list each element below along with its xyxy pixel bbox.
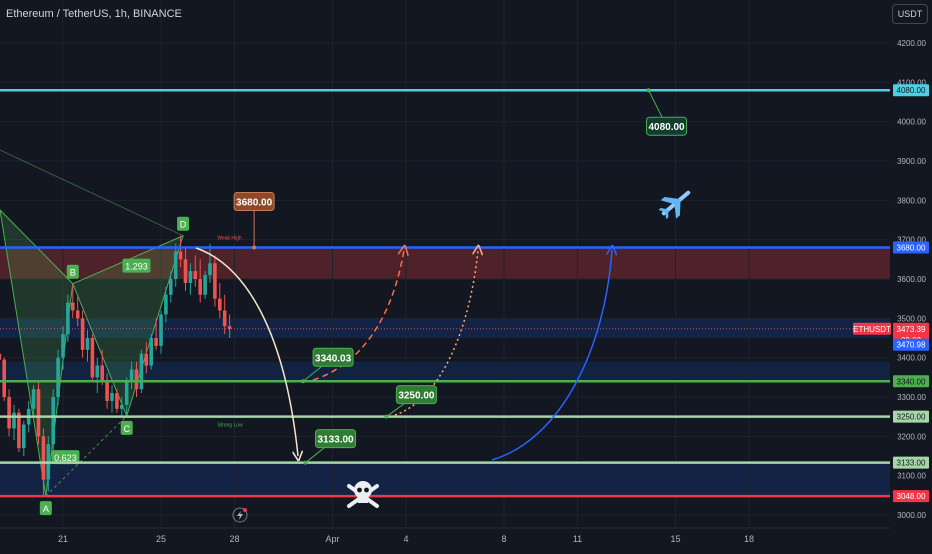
candle-body [110,393,114,401]
price-tag-label: 4080.00 [897,86,926,95]
x-tick-label: 4 [403,534,408,544]
callout-label: 4080.00 [648,122,685,133]
pattern-point-a: A [43,504,49,514]
candle-body [75,310,80,319]
candle-body [85,338,90,350]
x-tick-label: 28 [229,534,239,544]
candle-body [120,404,124,409]
candle-body [71,302,75,311]
candle-body [36,389,41,437]
candle-body [7,397,11,429]
x-tick-label: 18 [744,534,754,544]
currency-button[interactable]: USDT [892,4,928,24]
pattern-point-b: B [70,268,76,278]
chart-area[interactable]: ABCD0.6081.2930.623Weak HighStrong Low 4… [0,0,932,550]
candle-body [149,338,153,366]
x-tick-label: 8 [501,534,506,544]
candle-body [129,369,134,382]
x-tick-label: 15 [670,534,680,544]
candle-body [12,412,16,429]
y-tick-label: 3400.00 [897,354,926,363]
y-tick-label: 3000.00 [897,511,926,520]
x-tick-label: 11 [573,534,582,544]
candle-body [134,369,139,390]
candle-body [22,424,26,449]
candle-body [159,314,163,346]
bid-price-value: 3470.98 [897,341,926,350]
callout-label: 3340.03 [315,353,352,364]
y-tick-label: 4000.00 [897,118,926,127]
y-tick-label: 3300.00 [897,393,926,402]
price-tag-label: 3340.00 [897,377,926,386]
price-tag-label: 3680.00 [897,244,926,253]
candle-body [115,393,119,409]
callout-label: 3133.00 [317,435,354,446]
candle-body [105,381,109,401]
callout-anchor [384,414,389,419]
pattern-point-d: D [180,220,187,230]
x-tick-label: 25 [156,534,166,544]
candle-body [213,263,217,299]
price-tag-label: 3048.00 [897,492,926,501]
candle-body [154,338,158,346]
candle-body [173,251,178,279]
demand-zone [0,462,890,497]
callout-anchor [303,460,308,465]
candle-body [222,310,227,327]
candle-body [51,397,55,445]
current-price-value: 3473.39 [897,325,926,334]
candle-body [56,357,60,397]
structure-annotation: Weak High [217,236,242,242]
candle-body [31,389,36,409]
pattern-point-c: C [123,424,130,434]
callout-anchor [301,379,306,384]
candle-body [100,365,104,382]
y-tick-label: 3900.00 [897,157,926,166]
candle-body [0,353,2,360]
candle-body [164,294,168,315]
candle-body [2,359,6,397]
candle-body [208,263,212,276]
callout-anchor [646,88,651,93]
structure-annotation: Strong Low [217,423,243,429]
y-tick-label: 3100.00 [897,472,926,481]
price-chart[interactable]: ABCD0.6081.2930.623Weak HighStrong Low 4… [0,0,932,550]
candle-body [95,365,100,378]
x-tick-label: 21 [58,534,68,544]
y-tick-label: 3800.00 [897,196,926,205]
candle-body [193,271,198,279]
candle-body [139,353,144,390]
y-tick-label: 3600.00 [897,275,926,284]
callout-anchor [252,245,257,250]
y-tick-label: 3200.00 [897,432,926,441]
callout-label: 3680.00 [236,198,273,209]
x-tick-label: Apr [325,534,339,544]
candle-body [188,271,193,283]
candle-body [203,275,207,295]
chart-title: Ethereum / TetherUS, 1h, BINANCE [6,8,182,20]
candle-body [80,318,85,350]
symbol-label: ETHUSDT [853,325,891,334]
price-tag-label: 3250.00 [897,413,926,422]
candle-body [61,334,65,358]
candle-body [144,353,149,366]
pattern-line-xd [0,149,184,237]
y-tick-label: 4200.00 [897,39,926,48]
candle-body [66,302,70,335]
bullish-projection-arrow-3 [491,250,612,461]
y-tick-label: 3500.00 [897,314,926,323]
price-tag-label: 3133.00 [897,459,926,468]
candle-body [90,338,95,378]
candle-body [183,259,188,283]
candle-body [41,436,46,480]
ratio-label: 1.293 [125,262,148,272]
candle-body [218,298,222,311]
candle-body [124,381,129,405]
candle-body [178,251,183,260]
candle-body [17,412,21,449]
candle-body [169,279,173,295]
candle-body [198,279,202,295]
callout-label: 3250.00 [398,391,435,402]
